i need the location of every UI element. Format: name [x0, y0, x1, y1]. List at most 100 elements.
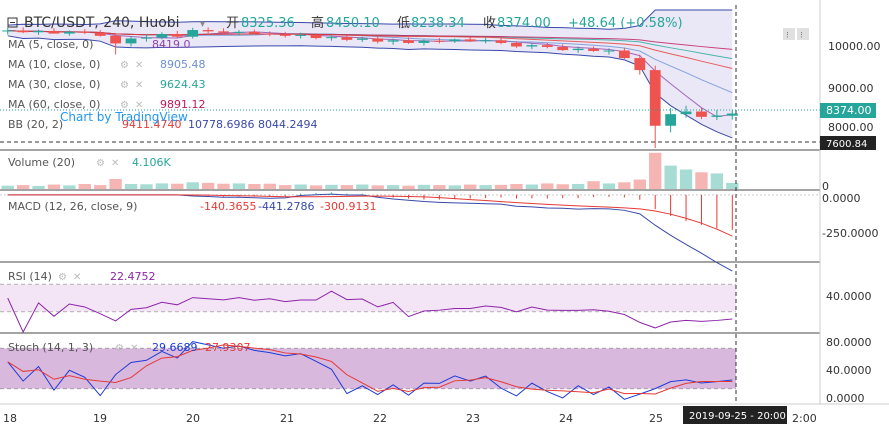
volume-bar: [525, 184, 539, 189]
volume-bar: [464, 184, 477, 189]
volume-bar: [448, 185, 461, 189]
macd-signal-value: -300.9131: [320, 200, 376, 213]
volume-bar: [479, 185, 492, 189]
rsi-band-fill: [0, 284, 736, 312]
time-tick-23: 23: [466, 412, 480, 425]
volume-bar: [433, 185, 446, 189]
volume-bar: [356, 184, 369, 189]
volume-bar: [263, 183, 276, 189]
volume-bar: [664, 165, 677, 189]
candle-body: [264, 33, 276, 35]
chevron-down-icon[interactable]: ▾: [200, 19, 205, 30]
high-value: 8450.10: [326, 16, 380, 31]
rsi-legend[interactable]: RSI (14) ⚙ ✕ 22.4752: [8, 270, 156, 283]
candle-body: [696, 111, 707, 117]
stoch-label: Stoch (14, 1, 3): [8, 341, 93, 354]
ma30-legend[interactable]: MA (30, close, 0) ⚙ ✕ 9624.43: [8, 78, 206, 91]
candle-body: [233, 31, 245, 33]
volume-bar: [556, 184, 569, 189]
gear-icon[interactable]: ⚙: [58, 272, 67, 283]
candle-body: [711, 115, 723, 117]
rsi-value: 22.4752: [110, 270, 156, 283]
stoch-tick-0: 0.0000: [826, 392, 865, 405]
volume-bar: [171, 183, 184, 189]
macd-legend[interactable]: MACD (12, 26, close, 9) -140.3655 -441.2…: [8, 200, 376, 213]
candle-body: [94, 32, 106, 36]
time-tick-22: 22: [373, 412, 387, 425]
cursor-price-label: 7600.84: [826, 139, 867, 150]
gear-icon[interactable]: ⚙: [120, 80, 129, 91]
volume-bar: [710, 173, 724, 189]
volume-bar: [325, 184, 338, 189]
candle-body: [33, 30, 44, 33]
candle-body: [63, 31, 75, 34]
ma10-label: MA (10, close, 0): [8, 58, 100, 71]
volume-bar: [402, 185, 415, 189]
volume-bar: [186, 182, 199, 189]
volume-bar: [695, 172, 708, 189]
candle-body: [480, 40, 492, 42]
candle-body: [418, 40, 430, 43]
close-icon[interactable]: ✕: [111, 158, 119, 169]
close-icon[interactable]: ✕: [73, 272, 81, 283]
volume-bar: [294, 184, 307, 189]
chart-button-b[interactable]: [797, 28, 809, 40]
stoch-legend[interactable]: Stoch (14, 1, 3) ⚙ ✕ 29.6689 27.9307: [8, 341, 251, 354]
macd-hist-value: -140.3655: [200, 200, 256, 213]
candle-body: [526, 45, 538, 47]
volume-bar: [602, 183, 616, 189]
time-tick-25: 25: [649, 412, 663, 425]
volume-bar: [248, 183, 261, 189]
ma10-value: 8905.48: [160, 58, 206, 71]
tradingview-watermark[interactable]: Chart by TradingView: [60, 110, 188, 124]
change-value: +48.64 (+0.58%): [568, 16, 683, 31]
ma5-value: 8419.0: [152, 38, 191, 51]
close-icon[interactable]: ✕: [135, 60, 143, 71]
volume-bar: [679, 169, 693, 189]
volume-bar: [47, 184, 61, 189]
candle-body: [125, 38, 137, 44]
chart-button-a[interactable]: [783, 28, 795, 40]
close-value: 8374.00: [497, 16, 551, 31]
time-axis[interactable]: 18 19 20 21 22 23 24 25 2:00 2019-09-25 …: [0, 403, 889, 425]
candle-body: [433, 40, 445, 42]
ma10-legend[interactable]: MA (10, close, 0) ⚙ ✕ 8905.48: [8, 58, 206, 71]
chart-button-a-icon: ⁝: [786, 31, 789, 41]
candle-body: [341, 37, 353, 40]
gear-icon[interactable]: ⚙: [96, 158, 105, 169]
candle-body: [634, 58, 646, 71]
volume-legend[interactable]: Volume (20) ⚙ ✕ 4.106K: [8, 156, 171, 169]
gear-icon[interactable]: ⚙: [115, 343, 124, 354]
volume-bar: [618, 182, 631, 189]
macd-label: MACD (12, 26, close, 9): [8, 200, 137, 213]
time-tick-2am: 2:00: [792, 412, 817, 425]
price-axis[interactable]: 10000.00 9000.00 8000.00 8374.00 7600.84…: [820, 40, 881, 405]
candle-body: [218, 31, 229, 33]
last-price-label: 8374.00: [826, 104, 872, 117]
close-icon[interactable]: ✕: [130, 343, 138, 354]
volume-bar: [309, 185, 323, 189]
candle-body: [649, 70, 661, 126]
macd-tick-250: -250.0000: [822, 227, 878, 240]
symbol-title[interactable]: BTC/USDT, 240, Huobi: [24, 15, 180, 31]
candle-body: [2, 30, 14, 32]
volume-bar: [386, 185, 400, 189]
close-icon[interactable]: ✕: [135, 80, 143, 91]
candle-body: [541, 45, 553, 47]
candle-body: [326, 37, 337, 39]
volume-bar: [494, 184, 508, 189]
time-tick-18: 18: [3, 412, 17, 425]
candle-body: [248, 31, 260, 34]
gear-icon[interactable]: ⚙: [120, 60, 129, 71]
volume-bar: [649, 152, 662, 189]
volume-bar: [541, 183, 554, 189]
candle-body: [110, 35, 122, 44]
volume-bar: [340, 185, 354, 189]
candle-body: [79, 31, 91, 33]
candle-body: [680, 111, 692, 115]
close-label: 收: [483, 16, 496, 31]
volume-bar: [232, 183, 246, 189]
candle-body: [202, 30, 214, 32]
stoch-band-fill: [0, 348, 736, 389]
candle-body: [511, 42, 522, 47]
